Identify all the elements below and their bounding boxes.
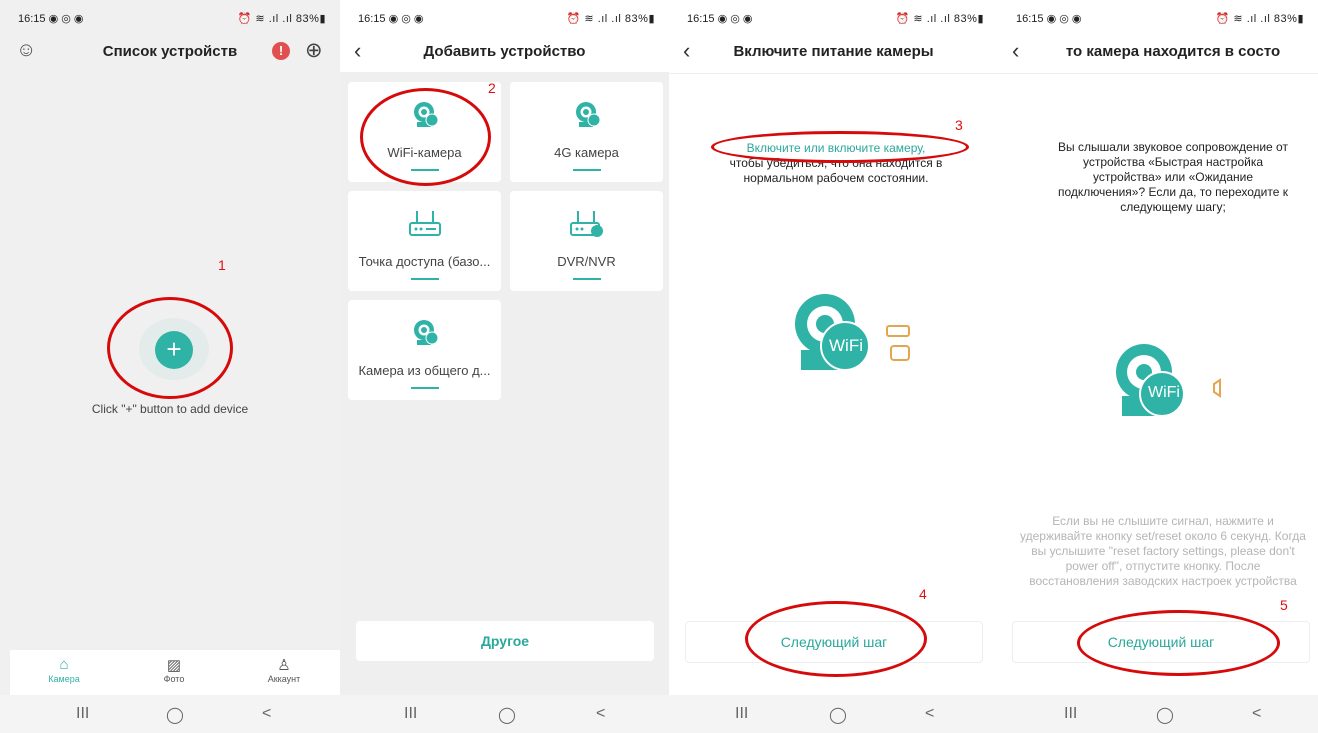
router-icon: [348, 209, 501, 244]
annotation-oval: [711, 131, 969, 163]
back-button[interactable]: <: [1252, 705, 1261, 723]
header: ‹ Включите питание камеры: [669, 36, 998, 72]
annotation-oval: [360, 88, 491, 186]
annotation-oval: [745, 601, 927, 677]
card-label: 4G камера: [554, 145, 619, 160]
back-button[interactable]: <: [925, 705, 934, 723]
add-device-header-icon[interactable]: ⊕: [305, 38, 323, 63]
account-icon: ♙: [277, 657, 291, 674]
back-button[interactable]: <: [262, 705, 271, 723]
wifi-camera-illustration: WiFi: [787, 290, 917, 381]
home-button[interactable]: ◯: [1156, 705, 1174, 725]
back-button[interactable]: <: [596, 705, 605, 723]
device-type-dvr-nvr[interactable]: DVR/NVR: [510, 191, 663, 291]
wifi-label: WiFi: [1148, 384, 1180, 401]
recent-apps-button[interactable]: III: [735, 705, 748, 723]
bottom-tab-bar: ⌂ Камера ▨ Фото ♙ Аккаунт: [10, 650, 340, 695]
tab-label: Камера: [48, 674, 80, 684]
page-title: Добавить устройство: [423, 43, 586, 60]
annotation-number: 4: [919, 586, 927, 602]
4g-camera-icon: [510, 100, 663, 135]
device-type-shared-camera[interactable]: Камера из общего д...: [348, 300, 501, 400]
add-device-screen: 16:15 ◉ ◎ ◉ ⏰ ≋ .ıl .ıl 83%▮ ‹ Добавить …: [340, 0, 669, 733]
card-underline: [411, 278, 439, 280]
add-device-hint: Click "+" button to add device: [91, 402, 249, 416]
system-nav-bar: III ◯ <: [340, 695, 669, 733]
annotation-number: 1: [218, 257, 226, 273]
card-underline: [411, 387, 439, 389]
wifi-label: WiFi: [829, 336, 863, 355]
sound-check-question: Вы слышали звуковое сопровождение от уст…: [1058, 140, 1288, 214]
tab-label: Фото: [163, 674, 185, 684]
status-indicators: ⏰ ≋ .ıl .ıl 83%▮: [566, 13, 655, 25]
power-on-camera-screen: 16:15 ◉ ◎ ◉ ⏰ ≋ .ıl .ıl 83%▮ ‹ Включите …: [669, 0, 998, 733]
tab-account[interactable]: ♙ Аккаунт: [254, 656, 314, 684]
header-divider: [669, 73, 998, 74]
annotation-number: 5: [1280, 597, 1288, 613]
header: ‹ то камера находится в состо: [998, 36, 1318, 72]
annotation-oval: [107, 297, 233, 399]
card-underline: [573, 169, 601, 171]
home-button[interactable]: ◯: [166, 705, 184, 725]
tab-label: Аккаунт: [267, 674, 301, 684]
reset-instructions: Если вы не слышите сигнал, нажмите и уде…: [1020, 514, 1306, 588]
alert-icon[interactable]: !: [272, 42, 290, 60]
card-label: DVR/NVR: [557, 254, 616, 269]
status-indicators: ⏰ ≋ .ıl .ıl 83%▮: [1215, 13, 1304, 25]
recent-apps-button[interactable]: III: [76, 705, 89, 723]
dvr-nvr-icon: [510, 209, 663, 244]
device-list-screen: 16:15 ◉ ◎ ◉ ⏰ ≋ .ıl .ıl 83%▮ ☺ Список ус…: [0, 0, 340, 733]
status-indicators: ⏰ ≋ .ıl .ıl 83%▮: [895, 13, 984, 25]
device-type-4g-camera[interactable]: 4G камера: [510, 82, 663, 182]
annotation-number: 3: [955, 117, 963, 133]
status-indicators: ⏰ ≋ .ıl .ıl 83%▮: [237, 13, 326, 25]
wifi-camera-illustration: WiFi: [1110, 340, 1230, 427]
status-time: 16:15 ◉ ◎ ◉: [358, 13, 424, 25]
card-label: Камера из общего д...: [358, 363, 491, 378]
status-bar: 16:15 ◉ ◎ ◉ ⏰ ≋ .ıl .ıl 83%▮: [0, 0, 340, 36]
status-bar: 16:15 ◉ ◎ ◉ ⏰ ≋ .ıl .ıl 83%▮: [340, 0, 669, 36]
header: ‹ Добавить устройство: [340, 36, 669, 72]
recent-apps-button[interactable]: III: [404, 705, 417, 723]
back-arrow-icon[interactable]: ‹: [1012, 40, 1019, 62]
header: ☺ Список устройств ! ⊕: [0, 36, 340, 72]
camera-home-icon: ⌂: [59, 656, 69, 673]
home-button[interactable]: ◯: [498, 705, 516, 725]
status-bar: 16:15 ◉ ◎ ◉ ⏰ ≋ .ıl .ıl 83%▮: [669, 0, 998, 36]
home-button[interactable]: ◯: [829, 705, 847, 725]
tab-camera[interactable]: ⌂ Камера: [34, 656, 94, 684]
shared-camera-icon: [348, 318, 501, 353]
status-bar: 16:15 ◉ ◎ ◉ ⏰ ≋ .ıl .ıl 83%▮: [998, 0, 1318, 36]
recent-apps-button[interactable]: III: [1064, 705, 1077, 723]
header-divider: [998, 73, 1318, 74]
system-nav-bar: III ◯ <: [998, 695, 1318, 733]
card-underline: [573, 278, 601, 280]
camera-status-screen: 16:15 ◉ ◎ ◉ ⏰ ≋ .ıl .ıl 83%▮ ‹ то камера…: [998, 0, 1318, 733]
annotation-number: 2: [488, 80, 496, 96]
page-title: то камера находится в состо: [1065, 43, 1281, 60]
status-time: 16:15 ◉ ◎ ◉: [18, 13, 84, 25]
photo-icon: ▨: [166, 657, 182, 674]
annotation-oval: [1077, 610, 1280, 676]
system-nav-bar: III ◯ <: [669, 695, 998, 733]
card-label: Точка доступа (базо...: [358, 254, 491, 269]
status-time: 16:15 ◉ ◎ ◉: [687, 13, 753, 25]
other-device-button[interactable]: Другое: [356, 621, 654, 661]
status-time: 16:15 ◉ ◎ ◉: [1016, 13, 1082, 25]
device-type-access-point[interactable]: Точка доступа (базо...: [348, 191, 501, 291]
system-nav-bar: III ◯ <: [0, 695, 340, 733]
tab-photo[interactable]: ▨ Фото: [144, 656, 204, 684]
page-title: Включите питание камеры: [733, 43, 934, 60]
